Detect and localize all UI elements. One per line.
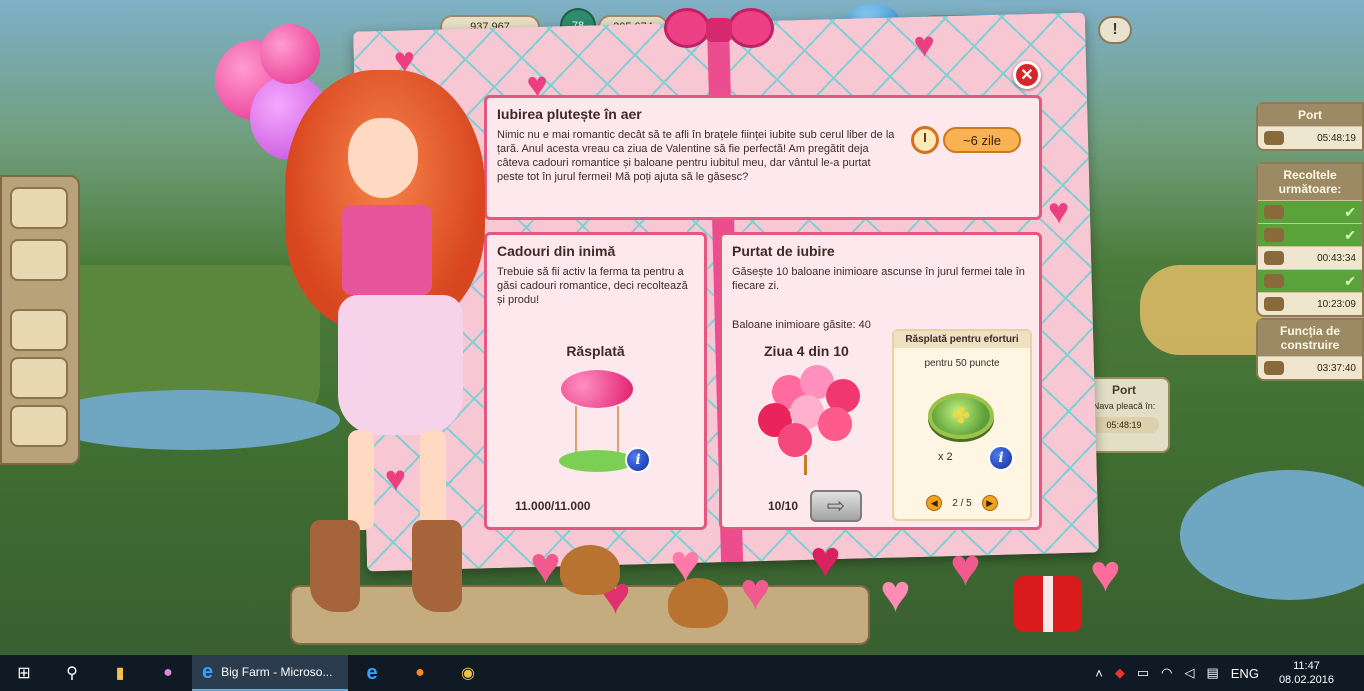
volume-icon[interactable]: ◁ [1184,665,1194,681]
game-scene: 937.967 78 205.074 0 ! Port 05:48:19 Rec… [0,0,1364,655]
house-icon[interactable] [10,187,68,229]
effort-header: Răsplată pentru eforturi [894,331,1030,348]
character-dress [338,295,463,435]
harvest-title: Recoltele următoare: [1258,164,1362,200]
build-panel[interactable]: Funcția de construire 03:37:40 [1256,318,1364,381]
system-tray: ˄ ◆ ▭ ◠ ◁ ▤ ENG 11:47 08.02.2016 [1089,655,1364,691]
harvest-panel[interactable]: Recoltele următoare: ✔ ✔ 00:43:34 ✔ 10:2… [1256,162,1364,317]
boot-icon [310,520,360,612]
heart-icon: ♥ [1047,189,1070,232]
next-arrow-button[interactable]: ⇨ [810,490,862,522]
wifi-icon[interactable]: ◠ [1161,665,1172,681]
day-counter: Ziua 4 din 10 [764,343,849,359]
heart-icon: ♥ [913,23,936,65]
windows-start-icon[interactable]: ⊞ [0,655,48,691]
info-button[interactable]: i [625,447,651,473]
file-explorer-icon[interactable]: ▮ [96,655,144,691]
message-icon[interactable]: ▤ [1206,665,1218,681]
gifts-panel: Cadouri din inimă Trebuie să fii activ l… [484,232,707,530]
love-title: Purtat de iubire [732,243,835,259]
port-title: Port [1258,104,1362,126]
port-water [1180,470,1364,600]
plant-icon [1264,297,1284,311]
river [40,390,340,450]
check-icon: ✔ [1344,226,1356,243]
system-clock[interactable]: 11:47 08.02.2016 [1279,659,1334,687]
build-icon [1264,361,1284,375]
character-leg [348,430,374,530]
chevron-up-icon[interactable]: ˄ [1095,666,1103,681]
gifts-text: Trebuie să fii activ la ferma ta pentru … [497,266,688,306]
ie-icon[interactable]: e [348,655,396,691]
fan-icon[interactable] [10,239,68,281]
ribbon-bow [664,0,774,62]
dialog-title: Iubirea plutește în aer [497,106,642,122]
candy-icon [1264,274,1284,288]
taskbar-app-big-farm[interactable]: e Big Farm - Microso... [192,655,348,691]
neighbor-icon[interactable] [10,357,68,399]
build-title: Funcția de construire [1258,320,1362,356]
character-top [342,205,432,295]
story-panel: Iubirea plutește în aer Nimic nu e mai r… [484,95,1042,220]
food-icon [1264,228,1284,242]
barn-icon [1264,205,1284,219]
next-page-button[interactable]: ▶ [981,495,998,511]
gift-box-icon [1014,576,1082,632]
port-panel[interactable]: Port 05:48:19 [1256,102,1364,151]
dialog-description: Nimic nu e mai romantic decât să te afli… [497,129,895,183]
effort-points: pentru 50 puncte [924,358,1000,369]
animal-icon [1264,251,1284,265]
neighbor-icon[interactable] [10,309,68,351]
gifts-progress: 11.000/11.000 [515,499,591,513]
info-button[interactable]: i [988,445,1014,471]
heart-balloons-icon [752,365,862,475]
firefox-icon[interactable]: ● [396,655,444,691]
language-indicator[interactable]: ENG [1231,666,1259,681]
love-text: Găsește 10 baloane inimioare ascunse în … [732,266,1025,292]
balloons-progress: 10/10 [768,499,799,513]
page-indicator: 2 / 5 [952,497,972,509]
event-timer: ~6 zile [911,126,1021,154]
check-icon: ✔ [1344,203,1356,220]
close-button[interactable]: ✕ [1013,61,1041,89]
app-icon[interactable]: ● [144,655,192,691]
gifts-title: Cadouri din inimă [497,243,616,259]
chipmunk-icon [668,578,728,628]
left-toolbar [0,175,80,465]
character-leg [420,430,446,530]
heart-balloon-icon [260,24,320,84]
heart-icon: ♥ [384,457,407,499]
ship-icon [1264,131,1284,145]
clover-coin-icon: ✤ [928,393,994,439]
effort-reward-card: Răsplată pentru eforturi pentru 50 punct… [892,329,1032,521]
chipmunk-icon [560,545,620,595]
chrome-icon[interactable]: ◉ [444,655,492,691]
edge-icon: e [202,660,214,683]
search-icon[interactable]: ⚲ [48,655,96,691]
effort-pager: ◀ 2 / 5 ▶ [894,495,1030,511]
character-face [348,118,418,198]
windows-taskbar: ⊞ ⚲ ▮ ● e Big Farm - Microso... e ● ◉ ˄ … [0,655,1364,691]
alert-icon[interactable]: ! [1098,16,1132,44]
alarm-clock-icon [911,126,939,154]
neighbor-icon[interactable] [10,405,68,447]
boot-icon [412,520,462,612]
timer-value: ~6 zile [943,127,1021,153]
reward-label: Răsplată [566,343,625,359]
check-icon: ✔ [1344,272,1356,289]
antivirus-icon[interactable]: ◆ [1115,665,1125,681]
effort-quantity: x 2 [938,451,953,463]
battery-icon[interactable]: ▭ [1137,665,1149,681]
prev-page-button[interactable]: ◀ [926,495,943,511]
balloons-found: Baloane inimioare găsite: 40 [732,319,871,331]
love-panel: Purtat de iubire Găsește 10 baloane inim… [719,232,1042,530]
